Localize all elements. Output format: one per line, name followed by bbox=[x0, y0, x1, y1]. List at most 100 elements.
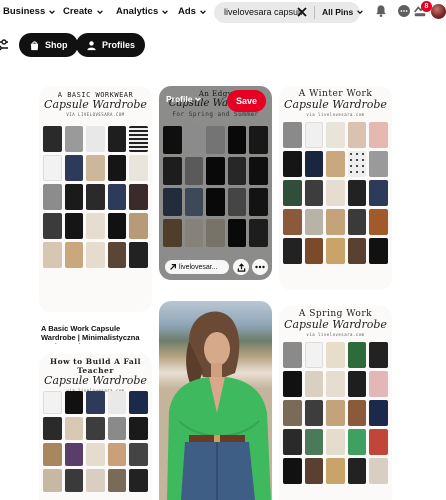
garment bbox=[107, 184, 127, 210]
pin-basic-work-capsule[interactable]: A BASIC WORKWEAR Capsule Wardrobe VIA LI… bbox=[39, 86, 152, 312]
pin-edgy-capsule[interactable]: An Edgy Capsule Wardrobe For Spring and … bbox=[159, 86, 272, 280]
garment bbox=[326, 429, 345, 455]
avatar[interactable] bbox=[431, 4, 446, 19]
garment bbox=[304, 122, 324, 148]
garment bbox=[64, 417, 84, 440]
nav-create[interactable]: Create bbox=[63, 6, 104, 17]
garment bbox=[304, 400, 324, 426]
nav-analytics-label: Analytics bbox=[116, 6, 159, 17]
chevron-down-icon bbox=[49, 9, 56, 14]
messages-icon[interactable] bbox=[397, 4, 411, 18]
garment bbox=[347, 238, 367, 264]
pin-caption[interactable]: A Basic Work Capsule Wardrobe | Minimali… bbox=[41, 324, 156, 344]
shop-filter-button[interactable]: Shop bbox=[19, 33, 78, 57]
garment bbox=[64, 391, 84, 414]
garment bbox=[369, 429, 388, 455]
garment bbox=[107, 155, 127, 181]
pin-poster-sub: via livelovesara.com bbox=[306, 112, 365, 117]
garment bbox=[326, 238, 345, 264]
pin-poster-title: Capsule Wardrobe bbox=[44, 374, 147, 387]
search-divider bbox=[314, 6, 315, 19]
garment bbox=[283, 151, 302, 177]
garment bbox=[369, 458, 388, 484]
filter-icon[interactable] bbox=[0, 32, 12, 58]
share-button[interactable] bbox=[233, 259, 249, 275]
pin-poster-sub: VIA LIVELOVESARA.COM bbox=[66, 112, 125, 117]
nav-analytics[interactable]: Analytics bbox=[116, 6, 169, 17]
pin-profile-dropdown[interactable]: Profile bbox=[166, 94, 202, 104]
chevron-down-icon bbox=[96, 9, 103, 14]
garment bbox=[326, 180, 345, 206]
garment bbox=[304, 209, 324, 235]
pin-poster-title: Capsule Wardrobe bbox=[284, 98, 387, 111]
garment bbox=[129, 469, 148, 492]
share-icon bbox=[237, 262, 245, 272]
garment bbox=[129, 213, 148, 239]
garment bbox=[107, 443, 127, 466]
garment bbox=[43, 417, 62, 440]
chevron-down-icon bbox=[357, 10, 364, 15]
garment bbox=[64, 242, 84, 268]
garment bbox=[283, 122, 302, 148]
shop-filter-label: Shop bbox=[45, 40, 68, 50]
ellipsis-icon bbox=[255, 265, 265, 269]
garment bbox=[326, 458, 345, 484]
garment bbox=[347, 180, 367, 206]
chevron-down-icon bbox=[162, 9, 169, 14]
search-input[interactable]: livelovesara capsule bbox=[224, 7, 302, 17]
nav-create-label: Create bbox=[63, 6, 93, 17]
garment bbox=[283, 342, 302, 368]
garment bbox=[43, 155, 62, 181]
search-scope-dropdown[interactable]: All Pins bbox=[322, 7, 364, 17]
profiles-filter-button[interactable]: Profiles bbox=[76, 33, 146, 57]
garment bbox=[369, 122, 388, 148]
garment bbox=[283, 458, 302, 484]
garment bbox=[129, 184, 148, 210]
garment bbox=[304, 342, 324, 368]
bell-icon[interactable] bbox=[374, 4, 388, 18]
garment bbox=[43, 184, 62, 210]
search-bar[interactable]: livelovesara capsule All Pins bbox=[214, 2, 364, 23]
garment bbox=[326, 122, 345, 148]
garment bbox=[347, 122, 367, 148]
garment bbox=[86, 242, 105, 268]
garment bbox=[86, 213, 105, 239]
garment-grid bbox=[43, 391, 148, 492]
woman-in-green-blouse-image bbox=[167, 311, 271, 500]
close-icon[interactable] bbox=[296, 6, 308, 18]
pin-source-label: livelovesar... bbox=[179, 263, 218, 271]
garment bbox=[107, 126, 127, 152]
pin-winter-work-capsule[interactable]: A Winter Work Capsule Wardrobe via livel… bbox=[279, 86, 392, 290]
garment bbox=[283, 209, 302, 235]
pin-poster-header: A BASIC WORKWEAR Capsule Wardrobe VIA LI… bbox=[39, 91, 152, 117]
garment bbox=[43, 242, 62, 268]
garment bbox=[64, 184, 84, 210]
nav-ads[interactable]: Ads bbox=[178, 6, 207, 17]
pin-poster-title: Capsule Wardrobe bbox=[44, 98, 147, 111]
garment bbox=[369, 400, 388, 426]
nav-business[interactable]: Business bbox=[3, 6, 56, 17]
garment bbox=[283, 180, 302, 206]
save-button[interactable]: Save bbox=[226, 90, 266, 112]
pin-fall-teacher-capsule[interactable]: How to Build A Fall Teacher Capsule Ward… bbox=[39, 354, 152, 500]
search-scope-label: All Pins bbox=[322, 7, 354, 17]
more-options-button[interactable] bbox=[252, 259, 268, 275]
pin-poster-sub: via livelovesara.com bbox=[306, 332, 365, 337]
chevron-down-icon bbox=[200, 9, 206, 14]
pin-source-link[interactable]: livelovesar... bbox=[165, 260, 229, 274]
garment bbox=[347, 429, 367, 455]
garment bbox=[129, 417, 148, 440]
garment bbox=[86, 469, 105, 492]
garment bbox=[129, 126, 148, 152]
garment bbox=[304, 458, 324, 484]
garment bbox=[283, 238, 302, 264]
garment bbox=[326, 209, 345, 235]
garment bbox=[64, 469, 84, 492]
pin-photo-green-blouse[interactable] bbox=[159, 301, 272, 500]
garment bbox=[64, 155, 84, 181]
garment bbox=[86, 126, 105, 152]
pin-spring-work-capsule[interactable]: A Spring Work Capsule Wardrobe via livel… bbox=[279, 306, 392, 500]
garment bbox=[347, 151, 367, 177]
garment bbox=[347, 371, 367, 397]
garment bbox=[86, 443, 105, 466]
